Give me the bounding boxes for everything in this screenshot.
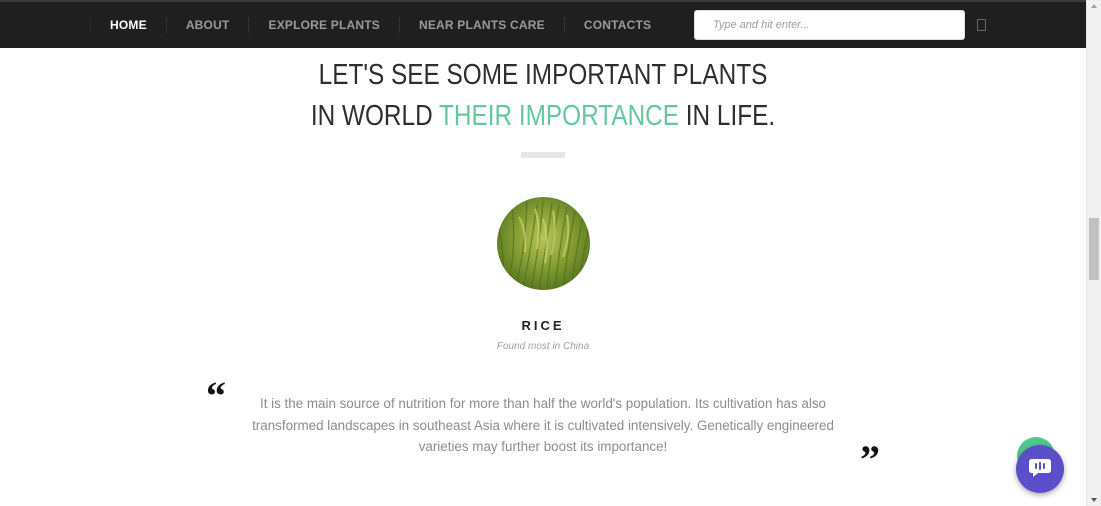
scroll-down-arrow-icon[interactable] <box>1091 498 1097 502</box>
top-navbar: HOME ABOUT EXPLORE PLANTS NEAR PLANTS CA… <box>0 0 1086 48</box>
chat-widget-button[interactable] <box>1016 445 1064 493</box>
nav-menu: HOME ABOUT EXPLORE PLANTS NEAR PLANTS CA… <box>90 2 670 48</box>
scroll-up-arrow-icon[interactable] <box>1091 4 1097 8</box>
nav-item-home[interactable]: HOME <box>90 17 166 33</box>
page-scrollbar[interactable] <box>1086 0 1101 506</box>
plant-photo <box>497 197 590 290</box>
plant-origin: Found most in China <box>496 341 590 352</box>
chat-icon <box>1029 459 1051 477</box>
search-input[interactable] <box>694 10 965 40</box>
quote-open-icon: “ <box>206 373 226 418</box>
nav-item-near-plants-care[interactable]: NEAR PLANTS CARE <box>398 17 564 33</box>
search-icon[interactable] <box>977 19 986 31</box>
nav-item-explore-plants[interactable]: EXPLORE PLANTS <box>248 17 398 33</box>
title-suffix: IN LIFE. <box>679 100 776 132</box>
nav-item-contacts[interactable]: CONTACTS <box>563 17 670 33</box>
section-title-line-2: IN WORLD THEIR IMPORTANCE IN LIFE. <box>87 97 999 135</box>
title-prefix: IN WORLD <box>310 100 439 132</box>
title-accent: THEIR IMPORTANCE <box>438 100 680 132</box>
quote-close-icon: ” <box>860 437 880 482</box>
plant-name: RICE <box>521 318 565 333</box>
section-title-line-1: LET'S SEE SOME IMPORTANT PLANTS <box>318 59 768 91</box>
scroll-thumb[interactable] <box>1089 218 1099 280</box>
nav-item-about[interactable]: ABOUT <box>165 17 249 33</box>
plant-quote: It is the main source of nutrition for m… <box>252 396 834 454</box>
title-divider <box>521 152 565 158</box>
